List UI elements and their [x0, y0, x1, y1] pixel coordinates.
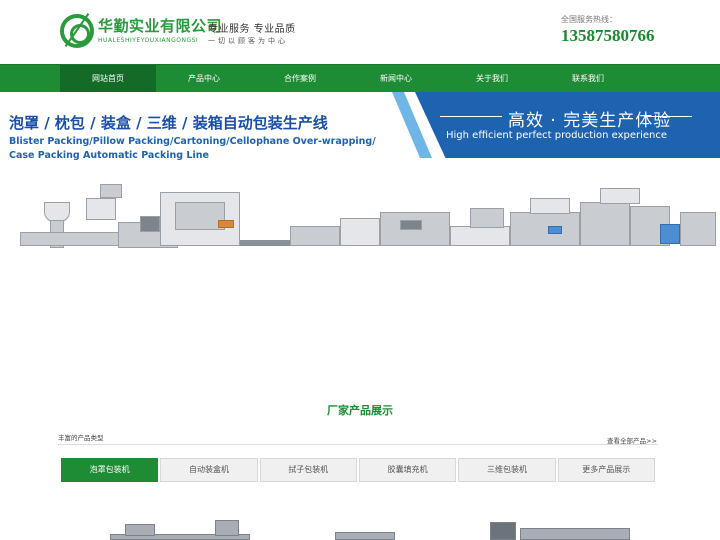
site-header: 华勤实业有限公司 HUALESHIYEYOUXIANGONGSI 专业服务 专业… — [0, 0, 720, 64]
banner-slogan-en: High efficient perfect production experi… — [446, 130, 668, 141]
nav-item-contact[interactable]: 联系我们 — [540, 65, 636, 93]
company-name: 华勤实业有限公司 — [98, 17, 223, 35]
tab-auto-cartoning[interactable]: 自动装盒机 — [160, 458, 258, 482]
products-subtitle: 丰富的产品类型 — [58, 434, 104, 442]
main-nav: 网站首页 产品中心 合作案例 新闻中心 关于我们 联系我们 — [0, 64, 720, 93]
company-name-pinyin: HUALESHIYEYOUXIANGONGSI — [98, 37, 199, 44]
hotline-label: 全国服务热线： — [561, 15, 617, 24]
tab-capsule-filling[interactable]: 胶囊填充机 — [358, 458, 457, 482]
banner-subtitle-en-2: Case Packing Automatic Packing Line — [9, 150, 209, 161]
section-title-products: 厂家产品展示 — [327, 404, 393, 417]
company-logo-icon[interactable] — [60, 14, 94, 48]
nav-item-home[interactable]: 网站首页 — [60, 65, 156, 93]
slogan-rule-left — [440, 116, 502, 117]
hero-banner[interactable]: 泡罩 / 枕包 / 装盒 / 三维 / 装箱自动包装生产线 Blister Pa… — [0, 92, 720, 254]
header-subslogan: 一切以顾客为中心 — [208, 37, 288, 45]
product-thumbnail[interactable] — [285, 514, 425, 540]
section-divider — [58, 444, 658, 445]
packing-line-image — [0, 182, 720, 254]
tab-swab-packing[interactable]: 拭子包装机 — [259, 458, 357, 482]
product-thumbnail[interactable] — [470, 514, 640, 540]
tab-blister-packing[interactable]: 泡罩包装机 — [61, 458, 159, 482]
nav-item-cases[interactable]: 合作案例 — [252, 65, 348, 93]
banner-slogan-cn: 高效 · 完美生产体验 — [508, 111, 672, 131]
product-thumbnails — [0, 514, 720, 540]
banner-subtitle-en-1: Blister Packing/Pillow Packing/Cartoning… — [9, 136, 376, 147]
product-category-tabs: 泡罩包装机 自动装盒机 拭子包装机 胶囊填充机 三维包装机 更多产品展示 — [61, 458, 655, 482]
header-slogan: 专业服务 专业品质 — [208, 24, 296, 35]
product-thumbnail[interactable] — [105, 514, 255, 540]
nav-item-news[interactable]: 新闻中心 — [348, 65, 444, 93]
nav-item-about[interactable]: 关于我们 — [444, 65, 540, 93]
tab-overwrapping[interactable]: 三维包装机 — [458, 458, 556, 482]
banner-title: 泡罩 / 枕包 / 装盒 / 三维 / 装箱自动包装生产线 — [9, 114, 328, 132]
hotline-number[interactable]: 13587580766 — [561, 26, 655, 46]
tab-more-products[interactable]: 更多产品展示 — [557, 458, 655, 482]
nav-item-products[interactable]: 产品中心 — [156, 65, 252, 93]
